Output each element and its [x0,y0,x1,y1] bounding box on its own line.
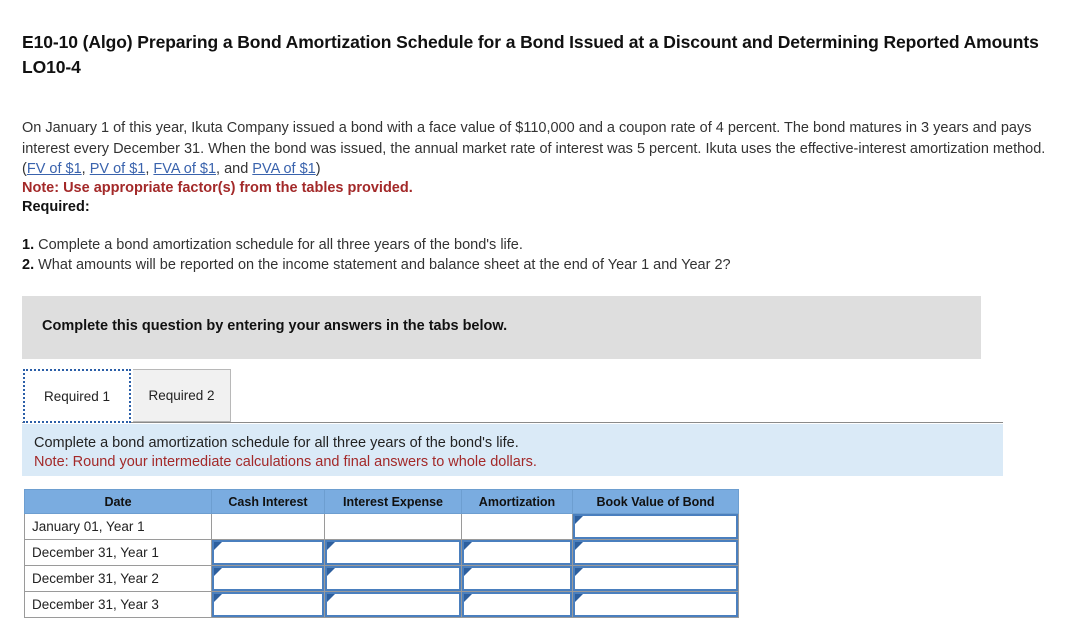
cell-book-value[interactable] [572,513,739,540]
cell-amortization[interactable] [461,591,573,618]
comment-flag-icon [464,568,472,576]
comment-flag-icon [327,542,335,550]
instruction-banner-text: Complete this question by entering your … [42,318,508,334]
cell-cash-interest [211,513,325,540]
answer-input[interactable] [325,592,461,617]
cell-amortization [461,513,573,540]
column-header-amortization: Amortization [461,489,573,514]
tables-note: Note: Use appropriate factor(s) from the… [22,180,413,196]
row-date-label: December 31, Year 3 [24,591,212,618]
comment-flag-icon [214,568,222,576]
requirement-text: What amounts will be reported on the inc… [38,257,731,273]
table-row: December 31, Year 2 [24,565,739,592]
requirement-number: 2. [22,257,35,273]
empty-cell [212,514,324,539]
link-pv-of-1[interactable]: PV of $1 [90,161,146,177]
empty-cell [462,514,572,539]
cell-book-value[interactable] [572,565,739,592]
answer-input[interactable] [462,592,572,617]
cell-cash-interest[interactable] [211,591,325,618]
answer-input[interactable] [573,540,738,565]
rounding-note: Note: Round your intermediate calculatio… [34,454,537,470]
requirements-list: 1. Complete a bond amortization schedule… [22,235,1062,275]
bond-amortization-table: Date Cash Interest Interest Expense Amor… [24,489,739,618]
problem-text-part-2: ) [315,161,321,177]
answer-input[interactable] [212,592,324,617]
answer-input[interactable] [325,566,461,591]
comment-flag-icon [575,542,583,550]
requirement-info-panel: Complete a bond amortization schedule fo… [22,424,1003,476]
table-row: December 31, Year 1 [24,539,739,566]
column-header-book-value: Book Value of Bond [572,489,739,514]
requirement-item: 2. What amounts will be reported on the … [22,255,1062,275]
column-header-cash-interest: Cash Interest [211,489,325,514]
comment-flag-icon [575,568,583,576]
table-header-row: Date Cash Interest Interest Expense Amor… [24,489,739,514]
requirement-text: Complete a bond amortization schedule fo… [38,237,523,253]
answer-input[interactable] [573,566,738,591]
cell-amortization[interactable] [461,539,573,566]
comment-flag-icon [464,542,472,550]
answer-input[interactable] [212,566,324,591]
exercise-page: E10-10 (Algo) Preparing a Bond Amortizat… [0,0,1090,626]
requirement-item: 1. Complete a bond amortization schedule… [22,235,1062,255]
link-pva-of-1[interactable]: PVA of $1 [252,161,315,177]
required-label: Required: [22,199,90,215]
tab-required-2[interactable]: Required 2 [133,369,231,422]
comment-flag-icon [575,516,583,524]
comment-flag-icon [214,594,222,602]
answer-input[interactable] [462,566,572,591]
separator-1: , [81,161,90,177]
table-row: December 31, Year 3 [24,591,739,618]
answer-input[interactable] [462,540,572,565]
tab-bar: Required 1 Required 2 [22,369,1003,423]
answer-input[interactable] [573,592,738,617]
cell-book-value[interactable] [572,539,739,566]
requirement-number: 1. [22,237,35,253]
answer-input[interactable] [573,514,738,539]
cell-interest-expense[interactable] [324,591,462,618]
tab-required-2-label: Required 2 [148,388,215,403]
instruction-banner: Complete this question by entering your … [22,296,981,359]
row-date-label: December 31, Year 1 [24,539,212,566]
comment-flag-icon [575,594,583,602]
cell-amortization[interactable] [461,565,573,592]
comment-flag-icon [327,568,335,576]
column-header-date: Date [24,489,212,514]
empty-cell [325,514,461,539]
row-date-label: January 01, Year 1 [24,513,212,540]
comment-flag-icon [327,594,335,602]
tab-required-1-label: Required 1 [43,388,111,404]
link-fv-of-1[interactable]: FV of $1 [27,161,82,177]
cell-interest-expense[interactable] [324,539,462,566]
comment-flag-icon [464,594,472,602]
cell-book-value[interactable] [572,591,739,618]
problem-statement: On January 1 of this year, Ikuta Company… [22,118,1072,180]
column-header-interest-expense: Interest Expense [324,489,462,514]
answer-input[interactable] [212,540,324,565]
requirement-instruction: Complete a bond amortization schedule fo… [34,435,519,451]
answer-input[interactable] [325,540,461,565]
cell-interest-expense[interactable] [324,565,462,592]
cell-cash-interest[interactable] [211,565,325,592]
separator-3: , and [216,161,253,177]
comment-flag-icon [214,542,222,550]
page-title: E10-10 (Algo) Preparing a Bond Amortizat… [22,32,1039,77]
cell-interest-expense [324,513,462,540]
link-fva-of-1[interactable]: FVA of $1 [153,161,216,177]
row-date-label: December 31, Year 2 [24,565,212,592]
tab-required-1[interactable]: Required 1 [23,369,131,423]
table-row: January 01, Year 1 [24,513,739,540]
cell-cash-interest[interactable] [211,539,325,566]
